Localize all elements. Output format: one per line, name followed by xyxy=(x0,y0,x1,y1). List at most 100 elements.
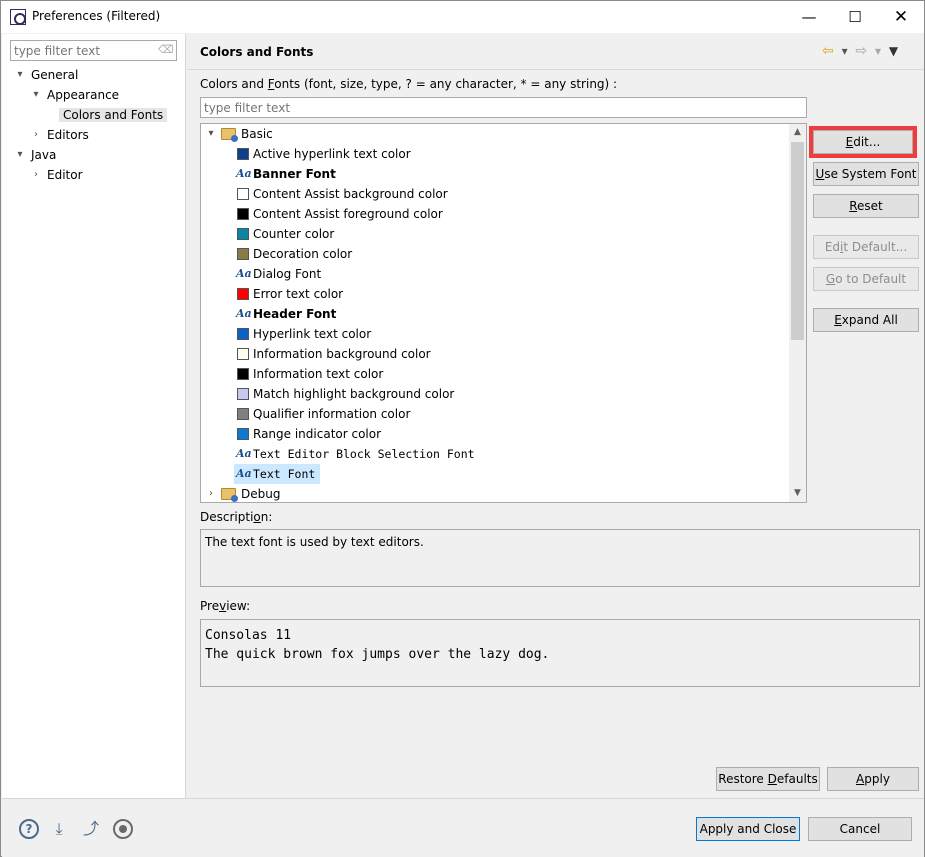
chevron-down-icon[interactable]: ▾ xyxy=(14,145,26,165)
import-icon[interactable]: ⤓ xyxy=(49,819,69,839)
tree-item-label: Active hyperlink text color xyxy=(253,147,411,161)
font-preview: Consolas 11 The quick brown fox jumps ove… xyxy=(200,619,920,687)
go-to-default-button[interactable]: Go to Default xyxy=(813,267,919,291)
tree-category-debug[interactable]: › Debug xyxy=(205,484,785,502)
tree-item-label: Header Font xyxy=(253,307,337,321)
tree-scrollbar[interactable]: ▲ ▼ xyxy=(789,124,806,502)
color-swatch xyxy=(237,368,249,380)
tree-item[interactable]: Aa Header Font xyxy=(201,304,786,324)
chevron-down-icon[interactable]: ▾ xyxy=(30,85,42,105)
cancel-button[interactable]: Cancel xyxy=(808,817,912,841)
scroll-down-icon[interactable]: ▼ xyxy=(789,485,806,502)
edit-button[interactable]: Edit... xyxy=(809,126,917,158)
scroll-thumb[interactable] xyxy=(791,142,804,340)
tree-item[interactable]: Information background color xyxy=(201,344,786,364)
tree-item-label: Counter color xyxy=(253,227,335,241)
chevron-right-icon[interactable]: › xyxy=(205,484,217,502)
forward-dropdown-icon[interactable]: ▾ xyxy=(875,44,881,58)
tree-item-label: Hyperlink text color xyxy=(253,327,372,341)
tree-item-label: Match highlight background color xyxy=(253,387,455,401)
sidebar-filter-input[interactable] xyxy=(10,40,177,61)
color-swatch xyxy=(237,428,249,440)
tree-item-label: Text Editor Block Selection Font xyxy=(253,447,475,461)
edit-default-button[interactable]: Edit Default... xyxy=(813,235,919,259)
color-swatch xyxy=(237,208,249,220)
sidebar-item-colors-and-fonts[interactable]: Colors and Fonts xyxy=(59,105,168,125)
color-swatch xyxy=(237,408,249,420)
color-swatch xyxy=(237,148,249,160)
tree-item[interactable]: Hyperlink text color xyxy=(201,324,786,344)
tree-item[interactable]: Decoration color xyxy=(201,244,786,264)
preview-label: Preview: xyxy=(200,599,251,613)
font-icon: Aa xyxy=(236,167,252,180)
chevron-down-icon[interactable]: ▾ xyxy=(14,65,26,85)
minimize-button[interactable]: — xyxy=(786,1,832,33)
color-swatch xyxy=(237,188,249,200)
tree-item[interactable]: Active hyperlink text color xyxy=(201,144,786,164)
chevron-down-icon[interactable]: ▾ xyxy=(205,124,217,144)
color-swatch xyxy=(237,288,249,300)
view-menu-icon[interactable]: ▼ xyxy=(889,44,898,58)
use-system-font-button[interactable]: Use System Font xyxy=(813,162,919,186)
tree-item[interactable]: Content Assist foreground color xyxy=(201,204,786,224)
font-icon: Aa xyxy=(236,267,252,280)
preferences-window: Preferences (Filtered) — ☐ ✕ ⌫ ▾ General… xyxy=(0,0,925,857)
restore-defaults-button[interactable]: Restore Defaults xyxy=(716,767,820,791)
tree-item-label: Range indicator color xyxy=(253,427,382,441)
description-label: Description: xyxy=(200,510,273,524)
color-swatch xyxy=(237,388,249,400)
tree-item[interactable]: Aa Dialog Font xyxy=(201,264,786,284)
history-navigation: ⇦ ▾ ⇨ ▾ ▼ xyxy=(822,43,902,61)
chevron-right-icon[interactable]: › xyxy=(30,125,42,145)
colors-fonts-tree-label: Colors and Fonts (font, size, type, ? = … xyxy=(200,77,618,91)
tree-item[interactable]: Error text color xyxy=(201,284,786,304)
tree-item[interactable]: Match highlight background color xyxy=(201,384,786,404)
tree-item-label: Error text color xyxy=(253,287,344,301)
tree-item-label: Content Assist foreground color xyxy=(253,207,443,221)
tree-item[interactable]: Text Font Aa xyxy=(201,464,786,484)
preferences-sidebar: ⌫ ▾ General ▾ Appearance Colors and Font… xyxy=(2,34,186,798)
record-icon[interactable] xyxy=(113,819,133,839)
colors-fonts-filter-input[interactable] xyxy=(200,97,807,118)
apply-button[interactable]: Apply xyxy=(827,767,919,791)
tree-item-label: Qualifier information color xyxy=(253,407,411,421)
tree-item-label: Dialog Font xyxy=(253,267,322,281)
scroll-up-icon[interactable]: ▲ xyxy=(789,124,806,141)
tree-item[interactable]: Counter color xyxy=(201,224,786,244)
colors-fonts-tree[interactable]: ▾ Basic Active hyperlink text color Aa Ban… xyxy=(200,123,807,503)
folder-icon xyxy=(221,488,238,502)
tree-item-label: Decoration color xyxy=(253,247,353,261)
tree-item[interactable]: Aa Banner Font xyxy=(201,164,786,184)
color-swatch xyxy=(237,348,249,360)
tree-item-label: Banner Font xyxy=(253,167,336,181)
preview-sample-text: The quick brown fox jumps over the lazy … xyxy=(205,647,550,662)
export-icon[interactable]: ⤴ xyxy=(81,819,101,839)
clear-filter-icon[interactable]: ⌫ xyxy=(158,43,174,57)
tree-category-basic[interactable]: ▾ Basic xyxy=(205,124,785,144)
back-dropdown-icon[interactable]: ▾ xyxy=(842,44,848,58)
tree-item[interactable]: Qualifier information color xyxy=(201,404,786,424)
tree-item[interactable]: Content Assist background color xyxy=(201,184,786,204)
back-arrow-icon[interactable]: ⇦ xyxy=(822,43,834,59)
page-title: Colors and Fonts xyxy=(200,45,314,59)
tree-item[interactable]: Information text color xyxy=(201,364,786,384)
expand-all-button[interactable]: Expand All xyxy=(813,308,919,332)
forward-arrow-icon[interactable]: ⇨ xyxy=(855,43,867,59)
description-text: The text font is used by text editors. xyxy=(200,529,920,587)
chevron-right-icon[interactable]: › xyxy=(30,165,42,185)
title-bar: Preferences (Filtered) — ☐ ✕ xyxy=(1,1,924,33)
reset-button[interactable]: Reset xyxy=(813,194,919,218)
apply-and-close-button[interactable]: Apply and Close xyxy=(696,817,800,841)
maximize-button[interactable]: ☐ xyxy=(832,1,878,33)
help-icon[interactable]: ? xyxy=(19,819,39,839)
tree-item[interactable]: Aa Text Editor Block Selection Font xyxy=(201,444,786,464)
color-swatch xyxy=(237,248,249,260)
color-swatch xyxy=(237,228,249,240)
tree-item-label: Information background color xyxy=(253,347,431,361)
tree-item[interactable]: Range indicator color xyxy=(201,424,786,444)
preview-font-name: Consolas 11 xyxy=(205,628,292,643)
close-button[interactable]: ✕ xyxy=(878,1,924,33)
preferences-content: Colors and Fonts ⇦ ▾ ⇨ ▾ ▼ Colors and Fo… xyxy=(187,34,924,798)
color-swatch xyxy=(237,328,249,340)
font-icon: Aa xyxy=(236,307,252,320)
